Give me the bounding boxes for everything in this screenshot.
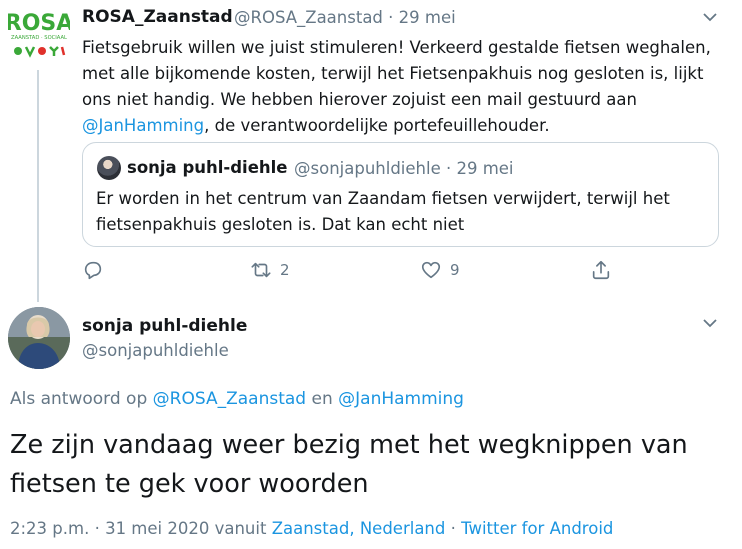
location-link[interactable]: Zaanstad, Nederland xyxy=(272,519,446,538)
reply-mention-link[interactable]: @ROSA_Zaanstad xyxy=(153,389,306,409)
heart-icon xyxy=(421,261,441,279)
logo-wordmark: ROSA xyxy=(8,11,70,36)
quoted-tweet[interactable]: sonja puhl-diehle @sonjapuhldiehle · 29 … xyxy=(82,142,719,247)
parent-author-meta[interactable]: @ROSA_Zaanstad · 29 mei xyxy=(234,8,456,27)
parent-text-part: Fietsgebruik willen we juist stimuleren!… xyxy=(82,38,711,109)
footer-separator: · xyxy=(445,519,462,538)
tweet-timestamp[interactable]: 2:23 p.m. · 31 mei 2020 vanuit xyxy=(10,519,272,538)
share-button[interactable] xyxy=(590,258,612,282)
retweet-button[interactable]: 2 xyxy=(250,258,290,282)
share-icon xyxy=(592,260,610,280)
reply-icon xyxy=(84,261,102,280)
chevron-down-icon[interactable] xyxy=(703,10,717,26)
reply-mention-link[interactable]: @JanHamming xyxy=(338,389,464,409)
parent-author-name[interactable]: ROSA_Zaanstad xyxy=(82,7,233,27)
parent-tweet-text: Fietsgebruik willen we juist stimuleren!… xyxy=(82,35,732,139)
main-author-handle[interactable]: @sonjapuhldiehle xyxy=(82,341,229,360)
main-author-avatar[interactable] xyxy=(8,307,70,369)
quote-author-meta: @sonjapuhldiehle · 29 mei xyxy=(294,159,514,178)
mention-link[interactable]: @JanHamming xyxy=(82,116,204,135)
thread-connector xyxy=(37,70,39,302)
client-link[interactable]: Twitter for Android xyxy=(461,519,613,538)
main-author-name[interactable]: sonja puhl-diehle xyxy=(82,316,247,336)
chevron-down-icon[interactable] xyxy=(703,316,717,332)
quote-text: Er worden in het centrum van Zaandam fie… xyxy=(96,189,670,234)
quote-author-name: sonja puhl-diehle xyxy=(127,158,288,177)
rosa-logo-avatar[interactable]: ROSA ZAANSTAD · SOCIAAL xyxy=(5,8,73,60)
quote-avatar xyxy=(97,156,121,180)
reply-context: Als antwoord op @ROSA_Zaanstad en @JanHa… xyxy=(10,389,464,409)
reply-and: en xyxy=(306,389,339,409)
tweet-footer: 2:23 p.m. · 31 mei 2020 vanuit Zaanstad,… xyxy=(10,519,613,538)
reply-prefix: Als antwoord op xyxy=(10,389,153,409)
like-count: 9 xyxy=(450,261,460,279)
main-tweet-text: Ze zijn vandaag weer bezig met het wegkn… xyxy=(10,430,688,499)
parent-text-part: , de verantwoordelijke portefeuillehoude… xyxy=(204,116,550,135)
retweet-count: 2 xyxy=(280,261,290,279)
like-button[interactable]: 9 xyxy=(420,258,460,282)
logo-tagline: ZAANSTAD · SOCIAAL xyxy=(11,35,67,41)
retweet-icon xyxy=(251,262,271,278)
reply-button[interactable] xyxy=(82,258,104,282)
